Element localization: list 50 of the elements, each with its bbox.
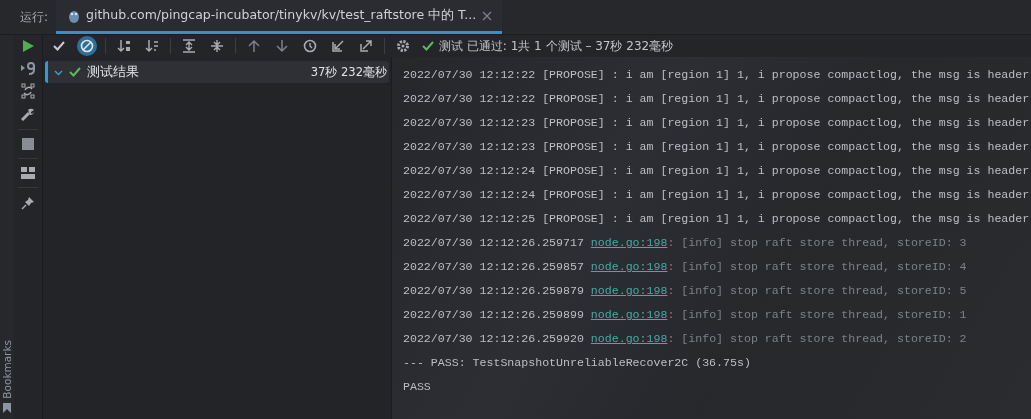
log-line: 2022/07/30 12:12:23 [PROPOSE] : i am [region 1] 1, i propose compactlog, the msg is header bbox=[403, 115, 1031, 131]
close-icon[interactable] bbox=[482, 10, 493, 21]
file-link[interactable]: node.go:198 bbox=[590, 260, 668, 273]
prohibited-icon bbox=[80, 39, 94, 53]
run-tab[interactable]: github.com/pingcap-incubator/tinykv/kv/test_raftstore 中的 T... bbox=[56, 0, 503, 34]
clock-icon bbox=[303, 39, 317, 53]
run-label: 运行: bbox=[19, 8, 50, 26]
log-message: : [info] stop raft store thread, storeID: 2 bbox=[667, 332, 967, 345]
tree-item[interactable]: 测试结果 37秒 232毫秒 bbox=[45, 61, 389, 83]
export-icon bbox=[359, 39, 373, 53]
bookmark-icon bbox=[3, 403, 11, 413]
timestamp: 2022/07/30 12:12:26.259899 bbox=[403, 308, 585, 321]
log-line: 2022/07/30 12:12:24 [PROPOSE] : i am [region 1] 1, i propose compactlog, the msg is header bbox=[403, 187, 1031, 203]
log-message: : [info] stop raft store thread, storeID: 1 bbox=[667, 308, 967, 321]
file-link[interactable]: node.go:198 bbox=[590, 284, 668, 297]
log-line: 2022/07/30 12:12:23 [PROPOSE] : i am [region 1] 1, i propose compactlog, the msg is header bbox=[403, 139, 1031, 155]
rerun-icon[interactable] bbox=[20, 61, 36, 75]
file-link[interactable]: node.go:198 bbox=[590, 308, 668, 321]
status-text: 测试 已通过: 1共 1 个测试 – 37秒 232毫秒 bbox=[439, 37, 674, 55]
import-icon bbox=[331, 39, 345, 53]
file-link[interactable]: node.go:198 bbox=[590, 332, 668, 345]
sort-icon bbox=[145, 39, 159, 53]
pin-icon[interactable] bbox=[21, 196, 35, 210]
timestamp: 2022/07/30 12:12:26.259717 bbox=[403, 236, 585, 249]
log-line: 2022/07/30 12:12:25 [PROPOSE] : i am [region 1] 1, i propose compactlog, the msg is header bbox=[403, 211, 1031, 227]
log-line: --- PASS: TestSnapshotUnreliableRecover2C (36.75s) bbox=[403, 355, 752, 371]
check-icon bbox=[52, 39, 66, 53]
expand-icon bbox=[182, 39, 196, 53]
timestamp: 2022/07/30 12:12:26.259879 bbox=[403, 284, 585, 297]
show-ignored-toggle[interactable] bbox=[77, 36, 97, 56]
log-line: 2022/07/30 12:12:22 [PROPOSE] : i am [region 1] 1, i propose compactlog, the msg is header bbox=[403, 67, 1031, 83]
layout-icon[interactable] bbox=[21, 167, 35, 179]
down-arrow-icon bbox=[275, 39, 289, 53]
log-message: : [info] stop raft store thread, storeID: 4 bbox=[667, 260, 967, 273]
log-message: : [info] stop raft store thread, storeID: 5 bbox=[667, 284, 967, 297]
timestamp: 2022/07/30 12:12:26.259857 bbox=[403, 260, 585, 273]
log-line: 2022/07/30 12:12:22 [PROPOSE] : i am [region 1] 1, i propose compactlog, the msg is header bbox=[403, 91, 1031, 107]
log-message: : [info] stop raft store thread, storeID: 3 bbox=[667, 236, 967, 249]
sort-icon bbox=[117, 39, 131, 53]
wrench-icon[interactable] bbox=[21, 107, 35, 121]
file-link[interactable]: node.go:198 bbox=[590, 236, 668, 249]
timestamp: 2022/07/30 12:12:26.259920 bbox=[403, 332, 585, 345]
run-icon[interactable] bbox=[21, 39, 35, 53]
log-line: PASS bbox=[403, 379, 432, 395]
bookmarks-tab[interactable]: Bookmarks bbox=[1, 340, 13, 399]
up-arrow-icon bbox=[247, 39, 261, 53]
log-line: 2022/07/30 12:12:24 [PROPOSE] : i am [region 1] 1, i propose compactlog, the msg is header bbox=[403, 163, 1031, 179]
collapse-icon bbox=[210, 39, 224, 53]
settings-icon bbox=[396, 39, 410, 53]
restore-icon[interactable] bbox=[21, 83, 35, 99]
